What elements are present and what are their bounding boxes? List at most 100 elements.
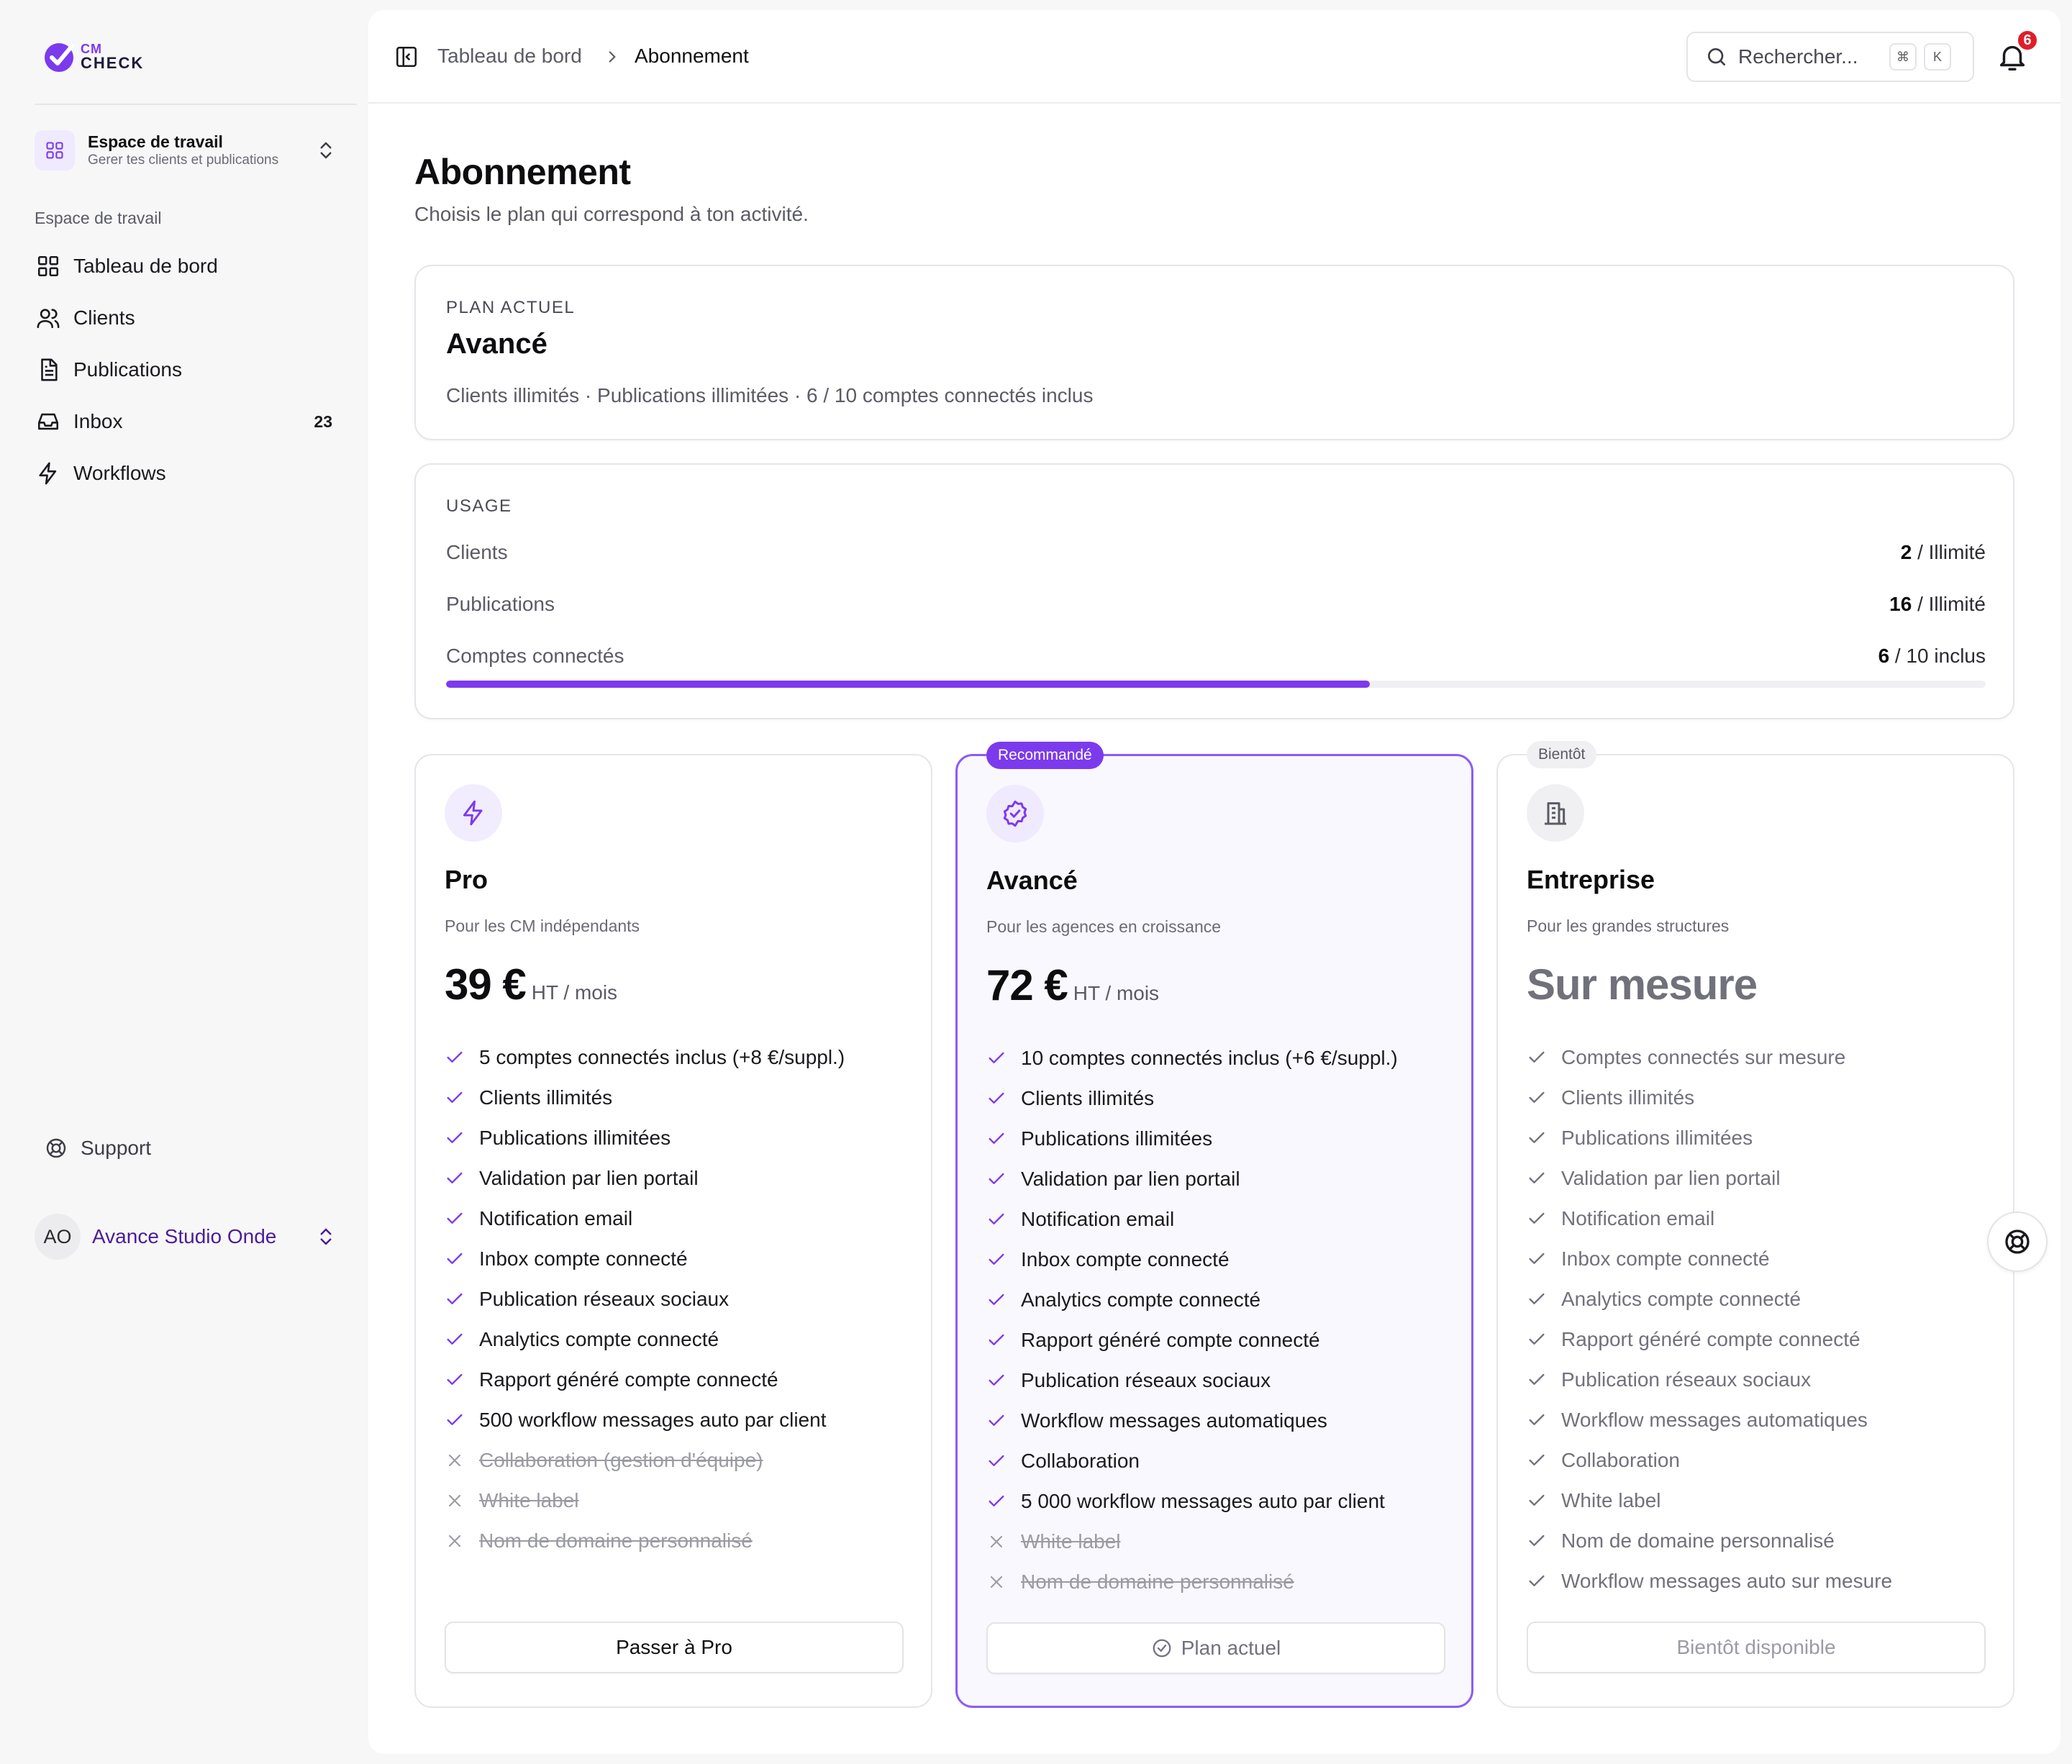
search-box[interactable]: ⌘ K — [1686, 32, 1974, 82]
sidebar-item-clients[interactable]: Clients — [29, 292, 345, 344]
main-content: Tableau de bord Abonnement ⌘ K 6 Abonnem… — [368, 10, 2060, 1754]
check-icon — [986, 1491, 1007, 1511]
check-icon — [1527, 1209, 1547, 1229]
usage-used: 6 — [1878, 645, 1890, 667]
plan-feature: Publication réseaux sociaux — [986, 1360, 1461, 1401]
plan-feature-text: Analytics compte connecté — [479, 1328, 719, 1350]
sidebar-item-label: Publications — [73, 358, 182, 381]
plan-feature: Inbox compte connecté — [1527, 1239, 2001, 1279]
plan-feature-text: Rapport généré compte connecté — [1021, 1329, 1320, 1351]
plan-feature-text: Workflow messages auto sur mesure — [1561, 1570, 1893, 1592]
check-icon — [1527, 1168, 1547, 1188]
plan-feature-text: Notification email — [479, 1207, 633, 1229]
plan-feature-text: Validation par lien portail — [1561, 1167, 1781, 1189]
check-icon — [1527, 1088, 1547, 1108]
breadcrumb-dashboard[interactable]: Tableau de bord — [437, 45, 582, 68]
plan-feature-text: Publication réseaux sociaux — [1561, 1368, 1812, 1391]
plan-feature: Collaboration (gestion d'équipe) — [445, 1440, 919, 1481]
plan-feature-text: Nom de domaine personnalisé — [479, 1529, 753, 1552]
plan-feature: Rapport généré compte connecté — [986, 1320, 1461, 1360]
workspace-switcher[interactable]: Espace de travail Gerer tes clients et p… — [35, 128, 337, 173]
support-link[interactable]: Support — [45, 1137, 151, 1160]
plan-feature-text: Notification email — [1561, 1207, 1715, 1229]
check-icon — [986, 1209, 1007, 1229]
check-icon — [986, 1290, 1007, 1310]
search-input[interactable] — [1738, 45, 1882, 68]
document-icon — [41, 358, 58, 381]
button-label: Passer à Pro — [616, 1636, 732, 1658]
building-icon — [1527, 784, 1584, 842]
upgrade-pro-button[interactable]: Passer à Pro — [445, 1622, 904, 1673]
plan-feature: Validation par lien portail — [1527, 1158, 2001, 1199]
plan-feature: White label — [445, 1481, 919, 1521]
plan-card-pro: Pro Pour les CM indépendants 39 € HT / m… — [414, 754, 932, 1708]
plan-feature: Nom de domaine personnalisé — [986, 1562, 1461, 1602]
check-icon — [986, 1370, 1007, 1391]
sidebar-toggle-icon[interactable] — [394, 45, 419, 69]
nav-section-label: Espace de travail — [35, 209, 162, 227]
plan-feature: Comptes connectés sur mesure — [1527, 1037, 2001, 1078]
plan-name: Avancé — [986, 865, 1078, 895]
plan-feature-text: Clients illimités — [1561, 1086, 1695, 1109]
avatar: AO — [35, 1214, 81, 1260]
usage-eyebrow: USAGE — [446, 496, 512, 516]
current-plan-button[interactable]: Plan actuel — [986, 1622, 1445, 1674]
shortcut-key-cmd: ⌘ — [1889, 43, 1917, 71]
plan-feature-text: Validation par lien portail — [1021, 1168, 1240, 1190]
plan-feature-text: Publications illimitées — [479, 1127, 671, 1149]
plan-feature: Validation par lien portail — [445, 1158, 919, 1199]
check-circle-icon — [1153, 1639, 1171, 1658]
plan-tagline: Pour les agences en croissance — [986, 917, 1222, 936]
help-button[interactable] — [1987, 1211, 2048, 1272]
plan-price: Sur mesure — [1527, 960, 1758, 1009]
grid-icon — [35, 130, 75, 171]
plan-feature: Workflow messages automatiques — [1527, 1400, 2001, 1440]
plan-feature-text: Workflow messages automatiques — [1561, 1409, 1868, 1431]
plan-feature-text: Collaboration — [1561, 1449, 1680, 1471]
plan-feature: Analytics compte connecté — [445, 1319, 919, 1360]
chevron-up-down-icon — [320, 1228, 332, 1245]
sidebar-divider — [35, 104, 357, 105]
plan-price: 72 € HT / mois — [986, 960, 1159, 1010]
plan-feature: Analytics compte connecté — [986, 1280, 1461, 1320]
plan-feature-text: Workflow messages automatiques — [1021, 1409, 1327, 1432]
plan-feature: Validation par lien portail — [986, 1159, 1461, 1199]
current-plan-eyebrow: PLAN ACTUEL — [446, 298, 576, 317]
sidebar-item-publications[interactable]: Publications — [29, 344, 345, 396]
usage-used: 2 — [1900, 541, 1912, 563]
plan-feature: 10 comptes connectés inclus (+6 €/suppl.… — [986, 1038, 1461, 1078]
plan-feature: Publications illimitées — [986, 1119, 1461, 1159]
plan-feature: Rapport généré compte connecté — [445, 1360, 919, 1400]
sidebar-item-dashboard[interactable]: Tableau de bord — [29, 240, 345, 292]
plan-feature: White label — [986, 1522, 1461, 1562]
check-icon — [445, 1128, 465, 1148]
shortcut-key-k: K — [1924, 43, 1951, 71]
plan-feature-text: Inbox compte connecté — [1021, 1248, 1230, 1270]
plan-feature: Rapport généré compte connecté — [1527, 1319, 2001, 1360]
usage-label: Clients — [446, 541, 508, 563]
plan-feature: Collaboration — [986, 1441, 1461, 1481]
current-plan-description: Clients illimités · Publications illimit… — [446, 384, 1094, 406]
usage-limit: / Illimité — [1912, 593, 1986, 615]
coming-soon-button[interactable]: Bientôt disponible — [1527, 1622, 1986, 1673]
lightning-icon — [39, 462, 57, 485]
check-icon — [445, 1209, 465, 1229]
accounts-progress-fill — [446, 681, 1370, 688]
check-icon — [445, 1168, 465, 1188]
sidebar-item-workflows[interactable]: Workflows — [29, 447, 345, 499]
check-icon — [986, 1048, 1007, 1068]
check-icon — [1527, 1370, 1547, 1390]
plan-feature-text: Validation par lien portail — [479, 1167, 699, 1189]
user-menu[interactable]: AO Avance Studio Onde — [35, 1213, 337, 1260]
plan-feature: Nom de domaine personnalisé — [1527, 1521, 2001, 1561]
plan-feature-text: 5 000 workflow messages auto par client — [1021, 1490, 1385, 1512]
users-icon — [37, 309, 60, 329]
verified-badge-icon — [986, 785, 1044, 842]
check-badge-icon — [45, 43, 74, 72]
brand-logo[interactable]: CM CHECK — [42, 39, 144, 75]
check-icon — [1527, 1329, 1547, 1350]
sidebar-item-inbox[interactable]: Inbox 23 — [29, 396, 345, 447]
user-name: Avance Studio Onde — [92, 1225, 277, 1247]
lifebuoy-icon — [46, 1138, 66, 1158]
plan-feature-text: Inbox compte connecté — [479, 1247, 688, 1270]
